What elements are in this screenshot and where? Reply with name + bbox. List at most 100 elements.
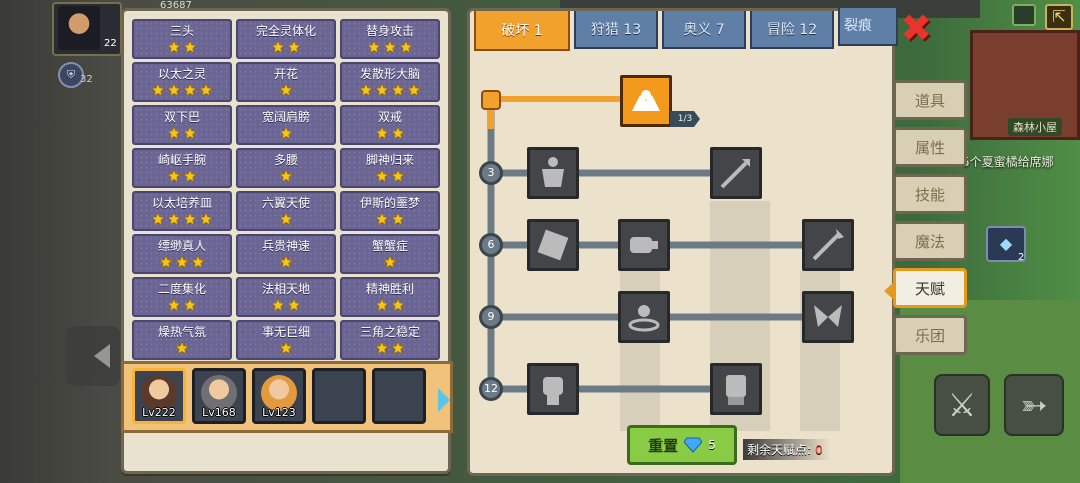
tab-2[interactable]: 奥义 7 xyxy=(662,11,746,49)
talent-card[interactable]: 六翼天使 xyxy=(236,191,336,231)
talent-card-panel: 三头 完全灵体化 替身攻击以太之灵 开花 发散形大脑双下巴 宽阔肩膀 双戒崎岖手腕 多腰 脚神归… xyxy=(121,8,453,474)
talent-card[interactable]: 以太之灵 xyxy=(132,62,232,102)
empty-hero-slot[interactable] xyxy=(312,368,366,424)
raised-fist-icon xyxy=(543,377,563,405)
talent-node-wings[interactable] xyxy=(802,291,854,343)
tier-label: 12 xyxy=(479,377,503,401)
star-rating xyxy=(167,126,197,140)
star-icon xyxy=(375,341,389,355)
map-icon[interactable] xyxy=(1012,4,1036,26)
talent-card[interactable]: 精神胜利 xyxy=(340,277,440,317)
talent-card[interactable]: 发散形大脑 xyxy=(340,62,440,102)
talent-card[interactable]: 缥缈真人 xyxy=(132,234,232,274)
talent-card-name: 燥热气氛 xyxy=(157,325,206,339)
hero-level: Lv123 xyxy=(262,406,296,419)
star-icon xyxy=(375,298,389,312)
talent-node-arm-wrestle[interactable] xyxy=(620,75,672,127)
talent-node-muscle[interactable] xyxy=(527,147,579,199)
remaining-value: 0 xyxy=(815,443,823,457)
star-rating xyxy=(167,40,197,54)
talent-card[interactable]: 伊斯的噩梦 xyxy=(340,191,440,231)
talent-card[interactable]: 法相天地 xyxy=(236,277,336,317)
star-rating xyxy=(167,169,197,183)
talent-card-name: 崎岖手腕 xyxy=(157,153,206,167)
star-icon xyxy=(375,83,389,97)
hero-slot[interactable]: Lv222 xyxy=(132,368,186,424)
talent-card-name: 事无巨细 xyxy=(261,325,310,339)
close-icon[interactable]: ✖ xyxy=(898,9,934,48)
sword-attack-button[interactable]: ⚔ xyxy=(934,374,990,436)
remaining-label: 剩余天赋点: xyxy=(747,443,812,457)
talent-card[interactable]: 蟹蟹症 xyxy=(340,234,440,274)
side-nav-item[interactable]: 属性 xyxy=(893,127,967,167)
talent-card-grid: 三头 完全灵体化 替身攻击以太之灵 开花 发散形大脑双下巴 宽阔肩膀 双戒崎岖手腕 多腰 脚神归… xyxy=(132,19,442,363)
talent-node-spear[interactable] xyxy=(802,219,854,271)
side-nav-item[interactable]: 道具 xyxy=(893,80,967,120)
talent-card[interactable]: 三头 xyxy=(132,19,232,59)
talent-node-arrow[interactable] xyxy=(710,147,762,199)
talent-card[interactable]: 脚神归来 xyxy=(340,148,440,188)
tab-1[interactable]: 狩猎 13 xyxy=(574,11,658,49)
exit-icon[interactable]: ⇱ xyxy=(1045,4,1073,30)
talent-card[interactable]: 二度集化 xyxy=(132,277,232,317)
side-nav-item[interactable]: 魔法 xyxy=(893,221,967,261)
star-icon xyxy=(375,169,389,183)
star-rating xyxy=(151,83,213,97)
talent-card-name: 蟹蟹症 xyxy=(371,239,408,253)
hero-slot[interactable]: Lv168 xyxy=(192,368,246,424)
talent-card[interactable]: 双戒 xyxy=(340,105,440,145)
star-icon xyxy=(167,212,181,226)
empty-hero-slot[interactable] xyxy=(372,368,426,424)
star-icon xyxy=(167,40,181,54)
star-rating xyxy=(271,40,301,54)
talent-card[interactable]: 三角之稳定 xyxy=(340,320,440,360)
hero-slot[interactable]: Lv123 xyxy=(252,368,306,424)
talent-card-name: 法相天地 xyxy=(261,282,310,296)
talent-node-fist-punch[interactable] xyxy=(618,219,670,271)
talent-card-name: 二度集化 xyxy=(157,282,206,296)
talent-card[interactable]: 开花 xyxy=(236,62,336,102)
talent-card[interactable]: 崎岖手腕 xyxy=(132,148,232,188)
talent-node-ripple[interactable] xyxy=(618,291,670,343)
star-icon xyxy=(383,255,397,269)
tab-0[interactable]: 破坏 1 xyxy=(474,11,570,51)
talent-node-gauntlet[interactable] xyxy=(710,363,762,415)
talent-card[interactable]: 完全灵体化 xyxy=(236,19,336,59)
talent-card-name: 开花 xyxy=(273,67,298,81)
star-rating xyxy=(167,298,197,312)
talent-card[interactable]: 事无巨细 xyxy=(236,320,336,360)
talent-node-scroll[interactable] xyxy=(527,219,579,271)
talent-card-name: 替身攻击 xyxy=(365,24,414,38)
tier-label: 9 xyxy=(479,305,503,329)
spear-icon xyxy=(812,229,844,261)
ripple-orb-icon xyxy=(628,305,660,332)
dpad-left-button[interactable] xyxy=(66,326,120,386)
quest-text: 5个夏蜜橘给席娜 xyxy=(962,155,1054,169)
side-nav-item[interactable]: 天赋 xyxy=(893,268,967,308)
talent-card[interactable]: 燥热气氛 xyxy=(132,320,232,360)
gem-icon xyxy=(684,437,703,453)
talent-card-name: 脚神归来 xyxy=(365,153,414,167)
star-icon xyxy=(199,83,213,97)
scroll-right-arrow-icon[interactable] xyxy=(438,388,450,412)
star-icon xyxy=(287,40,301,54)
star-icon xyxy=(183,212,197,226)
star-rating xyxy=(359,83,421,97)
tab-rift[interactable]: 裂痕 xyxy=(838,8,898,46)
talent-card[interactable]: 替身攻击 xyxy=(340,19,440,59)
reset-button[interactable]: 重置 5 xyxy=(627,425,737,465)
talent-card[interactable]: 多腰 xyxy=(236,148,336,188)
talent-card[interactable]: 兵贵神速 xyxy=(236,234,336,274)
talent-card[interactable]: 双下巴 xyxy=(132,105,232,145)
side-nav-item[interactable]: 技能 xyxy=(893,174,967,214)
talent-card-name: 六翼天使 xyxy=(261,196,310,210)
talent-card-name: 完全灵体化 xyxy=(255,24,316,38)
bow-skill-button[interactable]: ➳ xyxy=(1004,374,1064,436)
side-nav-item[interactable]: 乐团 xyxy=(893,315,967,355)
talent-card[interactable]: 以太培养皿 xyxy=(132,191,232,231)
talent-card[interactable]: 宽阔肩膀 xyxy=(236,105,336,145)
talent-node-raised-fist[interactable] xyxy=(527,363,579,415)
tab-3[interactable]: 冒险 12 xyxy=(750,11,834,49)
star-icon xyxy=(271,40,285,54)
talent-card-name: 三角之稳定 xyxy=(359,325,420,339)
